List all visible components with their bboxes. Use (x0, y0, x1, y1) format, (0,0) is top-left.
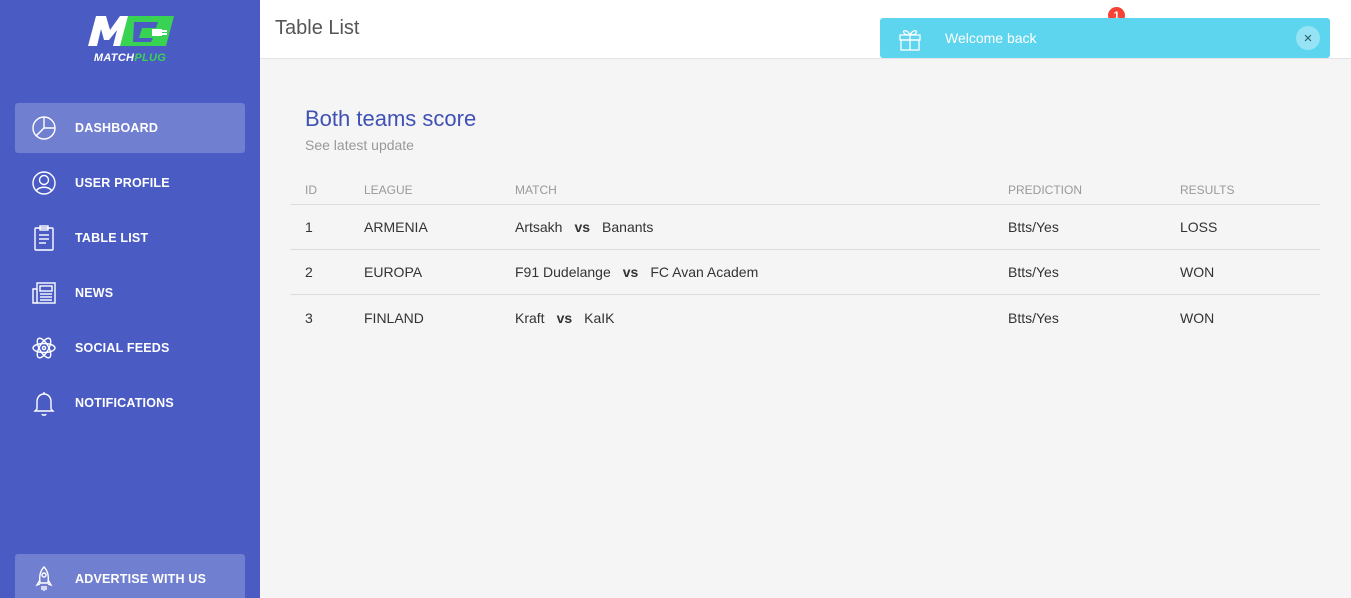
cell-prediction: Btts/Yes (1008, 309, 1059, 326)
cell-id: 3 (305, 309, 313, 326)
cell-league: ARMENIA (364, 219, 428, 235)
cell-result: LOSS (1180, 219, 1218, 235)
table-header-row: ID LEAGUE MATCH PREDICTION RESULTS (290, 175, 1320, 205)
table-row: 3 FINLAND Kraft vs KaIK Btts/Yes WON (290, 295, 1320, 340)
sidebar: MATCHPLUG DASHBOARD USER PROFILE TABLE L… (0, 0, 260, 598)
advertise-label: ADVERTISE WITH US (75, 572, 207, 586)
pie-chart-icon (29, 113, 59, 143)
predictions-table: ID LEAGUE MATCH PREDICTION RESULTS 1 ARM… (290, 175, 1320, 340)
sidebar-item-news[interactable]: NEWS (15, 268, 245, 318)
sidebar-item-social-feeds[interactable]: SOCIAL FEEDS (15, 323, 245, 373)
bell-icon (29, 388, 59, 418)
gift-icon (896, 24, 924, 52)
cell-match: Artsakh vs Banants (515, 205, 653, 249)
cell-prediction: Btts/Yes (1008, 219, 1059, 235)
cell-match: F91 Dudelange vs FC Avan Academ (515, 250, 758, 294)
sidebar-item-notifications[interactable]: NOTIFICATIONS (15, 378, 245, 428)
welcome-toast: Welcome back × (880, 18, 1330, 58)
sidebar-item-label: NEWS (75, 286, 114, 300)
atom-icon (29, 333, 59, 363)
sidebar-item-label: USER PROFILE (75, 176, 170, 190)
cell-prediction: Btts/Yes (1008, 264, 1059, 280)
sidebar-item-dashboard[interactable]: DASHBOARD (15, 103, 245, 153)
user-icon (29, 168, 59, 198)
home-team: Artsakh (515, 219, 563, 235)
table-row: 1 ARMENIA Artsakh vs Banants Btts/Yes LOSS (290, 205, 1320, 250)
away-team: Banants (602, 219, 654, 235)
column-header-id: ID (305, 183, 317, 197)
advertise-with-us-button[interactable]: ADVERTISE WITH US (15, 554, 245, 598)
newspaper-icon (29, 278, 59, 308)
vs-label: vs (556, 309, 573, 326)
sidebar-item-label: DASHBOARD (75, 121, 159, 135)
card-subtitle: See latest update (305, 137, 414, 153)
toast-close-button[interactable]: × (1296, 26, 1320, 50)
vs-label: vs (574, 219, 591, 235)
sidebar-item-table-list[interactable]: TABLE LIST (15, 213, 245, 263)
cell-league: FINLAND (364, 309, 424, 326)
logo-mark-icon (88, 16, 174, 46)
sidebar-item-label: NOTIFICATIONS (75, 396, 174, 410)
page-title: Table List (275, 17, 360, 39)
table-row: 2 EUROPA F91 Dudelange vs FC Avan Academ B… (290, 250, 1320, 295)
away-team: FC Avan Academ (650, 264, 759, 280)
sidebar-item-label: SOCIAL FEEDS (75, 341, 170, 355)
sidebar-item-user-profile[interactable]: USER PROFILE (15, 158, 245, 208)
rocket-icon (29, 564, 59, 594)
column-header-results: RESULTS (1180, 183, 1235, 197)
cell-result: WON (1180, 264, 1215, 280)
vs-label: vs (622, 264, 639, 280)
sidebar-item-label: TABLE LIST (75, 231, 149, 245)
cell-match: Kraft vs KaIK (515, 295, 615, 340)
cell-id: 2 (305, 264, 313, 280)
card-title: Both teams score (305, 106, 477, 131)
home-team: F91 Dudelange (515, 264, 611, 280)
column-header-league: LEAGUE (364, 183, 413, 197)
cell-league: EUROPA (364, 264, 423, 280)
cell-result: WON (1180, 309, 1215, 326)
clipboard-icon (29, 223, 59, 253)
away-team: KaIK (584, 309, 615, 326)
column-header-match: MATCH (515, 183, 557, 197)
home-team: Kraft (515, 309, 545, 326)
cell-id: 1 (305, 219, 313, 235)
matchplug-logo[interactable]: MATCHPLUG (84, 12, 176, 66)
toast-message: Welcome back (945, 30, 1037, 46)
column-header-prediction: PREDICTION (1008, 183, 1083, 197)
logo-brand-text: MATCHPLUG (93, 52, 167, 64)
